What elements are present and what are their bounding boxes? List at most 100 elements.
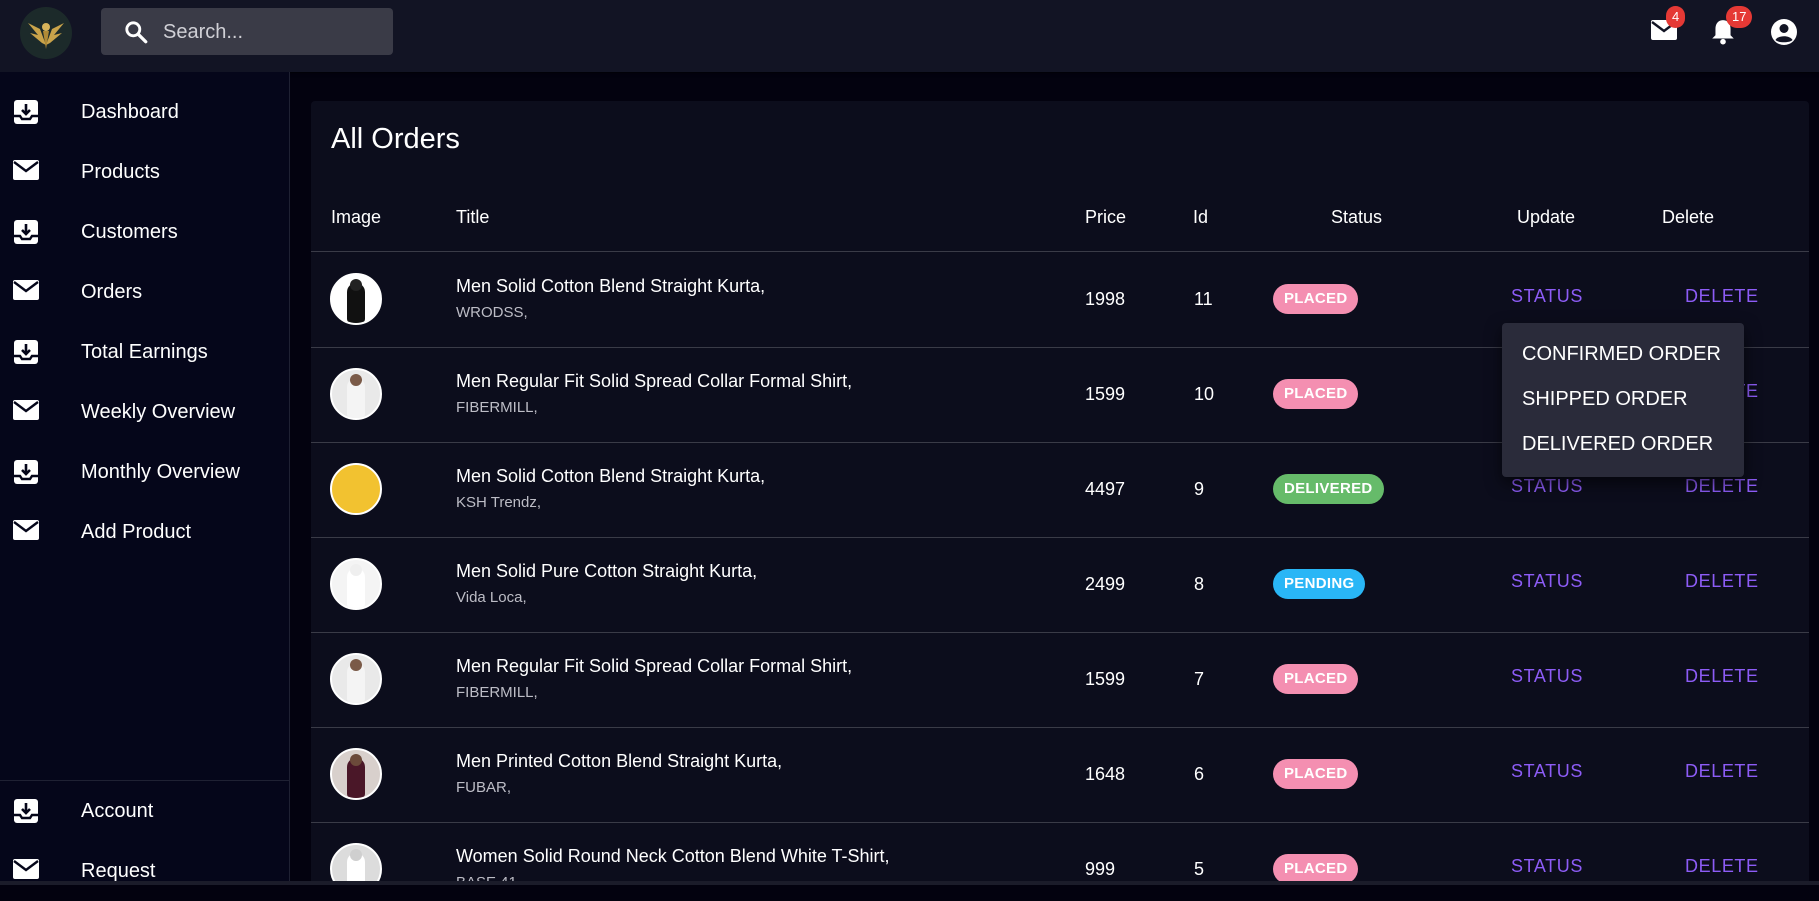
- status-badge: DELIVERED: [1273, 474, 1384, 504]
- status-badge: PLACED: [1273, 664, 1359, 694]
- delete-button[interactable]: DELETE: [1685, 666, 1759, 687]
- search-box[interactable]: [101, 8, 393, 57]
- status-badge: PLACED: [1273, 379, 1359, 409]
- delete-button[interactable]: DELETE: [1685, 286, 1759, 307]
- horizontal-scrollbar[interactable]: [0, 881, 1819, 885]
- orders-card: All Orders Image Title Price Id Status U…: [311, 101, 1809, 885]
- product-brand: KSH Trendz,: [456, 494, 542, 511]
- order-id: 6: [1194, 764, 1205, 784]
- order-id: 10: [1194, 384, 1215, 404]
- delete-button[interactable]: DELETE: [1685, 571, 1759, 592]
- sidebar-item-label: Total Earnings: [81, 340, 208, 363]
- table-row: Men Printed Cotton Blend Straight Kurta,…: [311, 727, 1809, 823]
- sidebar-item-monthly-overview[interactable]: Monthly Overview: [0, 442, 289, 502]
- order-id: 5: [1194, 859, 1205, 879]
- status-badge: PLACED: [1273, 284, 1359, 314]
- product-brand: Vida Loca,: [456, 589, 527, 606]
- delete-button[interactable]: DELETE: [1685, 856, 1759, 877]
- mail-icon: [13, 159, 39, 185]
- update-status-button[interactable]: STATUS: [1511, 571, 1583, 592]
- product-brand: FIBERMILL,: [456, 684, 538, 701]
- mail-icon: [13, 519, 39, 545]
- page-title: All Orders: [331, 123, 460, 155]
- sidebar-item-orders[interactable]: Orders: [0, 262, 289, 322]
- search-icon: [123, 19, 149, 50]
- order-price: 1599: [1085, 669, 1126, 689]
- column-header-price: Price: [1085, 207, 1127, 227]
- column-header-image: Image: [331, 207, 382, 227]
- top-app-bar: 4 17: [0, 0, 1819, 72]
- mail-count-badge: 4: [1666, 6, 1686, 28]
- sidebar-item-total-earnings[interactable]: Total Earnings: [0, 322, 289, 382]
- inbox-download-icon: [13, 219, 39, 245]
- account-button[interactable]: [1770, 18, 1800, 46]
- notifications-button[interactable]: 17: [1710, 6, 1753, 46]
- order-price: 1599: [1085, 384, 1126, 404]
- table-row: Men Regular Fit Solid Spread Collar Form…: [311, 632, 1809, 728]
- sidebar-item-label: Weekly Overview: [81, 400, 236, 423]
- product-brand: FUBAR,: [456, 779, 512, 796]
- sidebar-item-label: Add Product: [81, 520, 192, 543]
- sidebar-item-add-product[interactable]: Add Product: [0, 502, 289, 562]
- mail-button[interactable]: 4: [1650, 6, 1686, 46]
- order-price: 1998: [1085, 289, 1126, 309]
- status-badge: PLACED: [1273, 854, 1359, 884]
- inbox-download-icon: [13, 798, 39, 824]
- menu-item-delivered-order[interactable]: DELIVERED ORDER: [1522, 433, 1713, 456]
- mail-icon: [13, 279, 39, 305]
- status-badge: PLACED: [1273, 759, 1359, 789]
- sidebar-item-products[interactable]: Products: [0, 142, 289, 202]
- menu-item-shipped-order[interactable]: SHIPPED ORDER: [1522, 388, 1688, 411]
- order-id: 11: [1194, 289, 1213, 309]
- sidebar-item-label: Customers: [81, 220, 178, 243]
- inbox-download-icon: [13, 339, 39, 365]
- product-image: [330, 558, 382, 610]
- notifications-count-badge: 17: [1726, 6, 1753, 28]
- product-brand: WRODSS,: [456, 304, 528, 321]
- brand-logo[interactable]: [20, 7, 72, 59]
- sidebar-item-account[interactable]: Account: [0, 781, 289, 841]
- sidebar-item-label: Products: [81, 160, 160, 183]
- order-price: 999: [1085, 859, 1116, 879]
- delete-button[interactable]: DELETE: [1685, 476, 1759, 497]
- sidebar: Dashboard Products Customers Orders Tota…: [0, 72, 290, 885]
- table-row: Men Solid Pure Cotton Straight Kurta, Vid…: [311, 537, 1809, 633]
- product-image: [330, 843, 382, 885]
- column-header-status: Status: [1331, 207, 1383, 227]
- product-title: Women Solid Round Neck Cotton Blend Whit…: [456, 846, 890, 866]
- mail-icon: [13, 399, 39, 425]
- sidebar-item-label: Orders: [81, 280, 143, 303]
- update-status-button[interactable]: STATUS: [1511, 856, 1583, 877]
- order-id: 9: [1194, 479, 1205, 499]
- sidebar-item-label: Account: [81, 799, 154, 822]
- product-image: [330, 368, 382, 420]
- product-title: Men Solid Pure Cotton Straight Kurta,: [456, 561, 758, 581]
- update-status-button[interactable]: STATUS: [1511, 761, 1583, 782]
- product-title: Men Printed Cotton Blend Straight Kurta,: [456, 751, 783, 771]
- sidebar-item-label: Request: [81, 859, 156, 882]
- product-image: [330, 273, 382, 325]
- column-header-delete: Delete: [1662, 207, 1715, 227]
- order-price: 2499: [1085, 574, 1126, 594]
- sidebar-item-weekly-overview[interactable]: Weekly Overview: [0, 382, 289, 442]
- menu-item-confirmed-order[interactable]: CONFIRMED ORDER: [1522, 343, 1721, 366]
- column-header-update: Update: [1517, 207, 1576, 227]
- product-brand: FIBERMILL,: [456, 399, 538, 416]
- update-status-button[interactable]: STATUS: [1511, 666, 1583, 687]
- product-title: Men Solid Cotton Blend Straight Kurta,: [456, 466, 766, 486]
- delete-button[interactable]: DELETE: [1685, 761, 1759, 782]
- update-status-button[interactable]: STATUS: [1511, 286, 1583, 307]
- search-input[interactable]: [161, 8, 385, 57]
- sidebar-item-label: Dashboard: [81, 100, 179, 123]
- sidebar-item-request[interactable]: Request: [0, 841, 289, 901]
- order-id: 8: [1194, 574, 1205, 594]
- update-status-button[interactable]: STATUS: [1511, 476, 1583, 497]
- column-header-title: Title: [456, 207, 490, 227]
- column-header-id: Id: [1193, 207, 1209, 227]
- sidebar-item-dashboard[interactable]: Dashboard: [0, 82, 289, 142]
- product-title: Men Solid Cotton Blend Straight Kurta,: [456, 276, 766, 296]
- order-price: 4497: [1085, 479, 1126, 499]
- sidebar-item-customers[interactable]: Customers: [0, 202, 289, 262]
- table-row: Women Solid Round Neck Cotton Blend Whit…: [311, 822, 1809, 885]
- product-title: Men Regular Fit Solid Spread Collar Form…: [456, 656, 853, 676]
